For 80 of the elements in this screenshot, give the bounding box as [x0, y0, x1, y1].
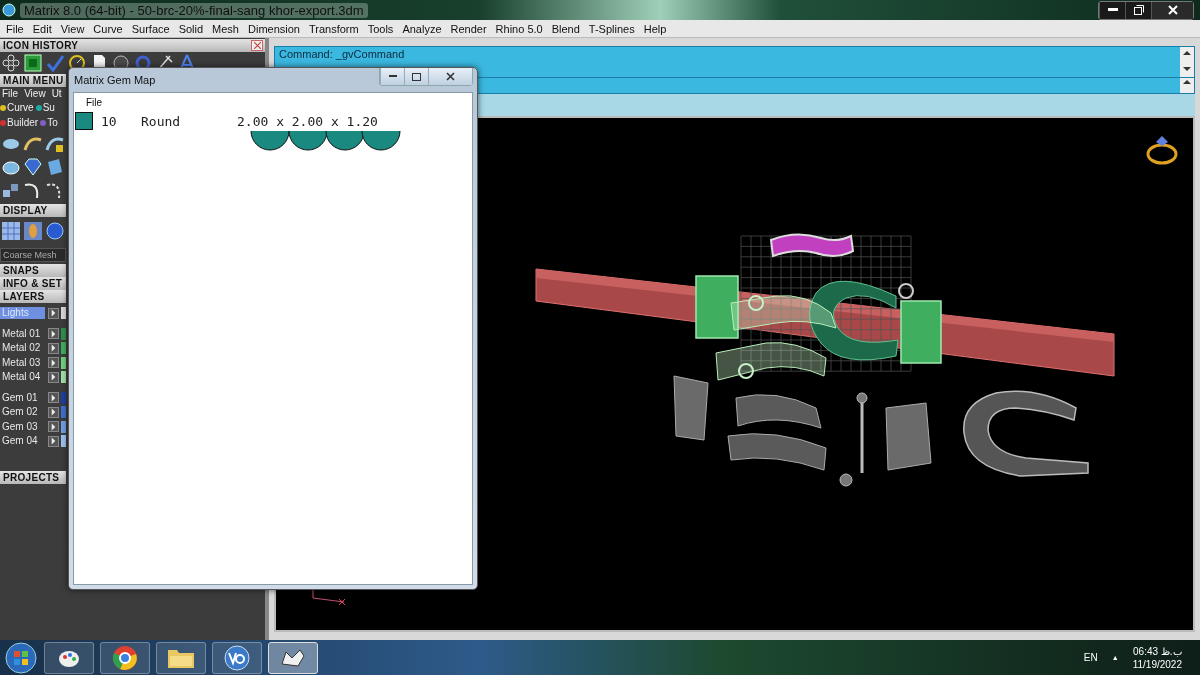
layer-name[interactable]: Gem 01 [0, 391, 46, 404]
sphere-icon[interactable] [45, 221, 65, 241]
menu-item[interactable]: File [0, 88, 21, 99]
menu-item[interactable]: View [22, 88, 48, 99]
close-button[interactable] [1151, 1, 1193, 19]
layer-menu-button[interactable] [48, 421, 60, 433]
layer-menu-button[interactable] [48, 371, 60, 383]
close-icon [446, 72, 455, 81]
menu-item[interactable]: View [56, 22, 89, 35]
check-icon [46, 54, 64, 72]
layer-menu-button[interactable] [48, 357, 60, 369]
app-logo-icon [224, 644, 250, 671]
display-mode-field[interactable]: Coarse Mesh [0, 248, 66, 262]
gem-icon[interactable] [23, 157, 43, 177]
layer-menu-button[interactable] [48, 328, 60, 340]
menu-item[interactable]: Help [639, 22, 671, 35]
menu-tab[interactable]: Builder [0, 117, 39, 128]
layer-name[interactable]: Gem 03 [0, 420, 46, 433]
maximize-icon [412, 72, 421, 81]
menu-item[interactable]: Render [446, 22, 491, 35]
layer-menu-button[interactable] [48, 342, 60, 354]
minimize-button[interactable] [380, 68, 404, 85]
layer-name[interactable]: Gem 04 [0, 435, 46, 448]
menu-item[interactable]: Rhino 5.0 [491, 22, 547, 35]
menu-item[interactable]: Solid [174, 22, 208, 35]
grid-icon [24, 54, 42, 72]
window-title: Matrix Gem Map [73, 74, 156, 86]
gem-size: 2.00 x 2.00 x 1.20 [237, 113, 378, 129]
minimize-icon [1107, 8, 1118, 12]
menu-item[interactable]: Ut [49, 88, 64, 99]
menu-item[interactable]: Blend [547, 22, 584, 35]
layer-menu-button[interactable] [48, 307, 60, 319]
slab-icon[interactable] [45, 157, 65, 177]
axis-icon [312, 587, 346, 606]
ring-icon[interactable] [1146, 136, 1178, 165]
layer-menu-button[interactable] [48, 406, 60, 418]
menu-item[interactable]: File [2, 22, 28, 35]
layer-menu-button[interactable] [48, 392, 60, 404]
grid-view-icon[interactable] [1, 221, 21, 241]
browser-icon [112, 644, 138, 671]
menu-tab[interactable]: Su [35, 102, 55, 113]
menu-item[interactable]: T-Splines [584, 22, 639, 35]
restore-icon [1133, 5, 1144, 15]
gem-cut-label: Round [141, 113, 182, 129]
layer-name[interactable]: Metal 02 [0, 342, 46, 355]
section-header: PROJECTS [0, 470, 66, 484]
layer-menu-button[interactable] [48, 435, 60, 447]
close-icon [1167, 5, 1178, 15]
layer-name[interactable]: Metal 01 [0, 327, 46, 340]
menu-item[interactable]: File [86, 96, 103, 108]
layer-name[interactable]: Gem 02 [0, 406, 46, 419]
section-header: LAYERS [0, 290, 66, 303]
app-icon [2, 3, 16, 17]
section-header: SNAPS [0, 264, 66, 277]
menu-item[interactable]: Dimension [244, 22, 304, 35]
menu-item[interactable]: Analyze [398, 22, 446, 35]
section-header: DISPLAY [0, 204, 66, 217]
language-indicator[interactable]: EN [1083, 652, 1098, 663]
menu-item[interactable]: Mesh [208, 22, 243, 35]
section-header: INFO & SET [0, 277, 66, 290]
command-line: Command: _gvCommand [278, 47, 406, 61]
menu-tab[interactable]: Curve [0, 102, 34, 113]
window-title: Matrix 8.0 (64-bit) - 50-brc-20%-final-sang khor-export.3dm [20, 2, 368, 18]
menu-item[interactable]: Tools [363, 22, 398, 35]
maximize-button[interactable] [404, 68, 428, 85]
menu-item[interactable]: Transform [304, 22, 363, 35]
section-header: MAIN MENU [0, 74, 66, 87]
menu-tab[interactable]: To [40, 117, 58, 128]
menu-item[interactable]: Edit [28, 22, 56, 35]
close-icon [253, 42, 261, 49]
layer-name[interactable]: Metal 03 [0, 356, 46, 369]
menu-item[interactable]: Surface [127, 22, 174, 35]
network-icon [2, 54, 20, 72]
menu-item[interactable]: Curve [89, 22, 127, 35]
taskbar-button[interactable] [268, 641, 318, 674]
start-icon[interactable] [4, 640, 38, 675]
panel-title: ICON HISTORY [3, 40, 79, 51]
layer-name[interactable]: Metal 04 [0, 371, 46, 384]
gem-count: 10 [101, 113, 118, 129]
figure-icon[interactable] [23, 221, 43, 241]
